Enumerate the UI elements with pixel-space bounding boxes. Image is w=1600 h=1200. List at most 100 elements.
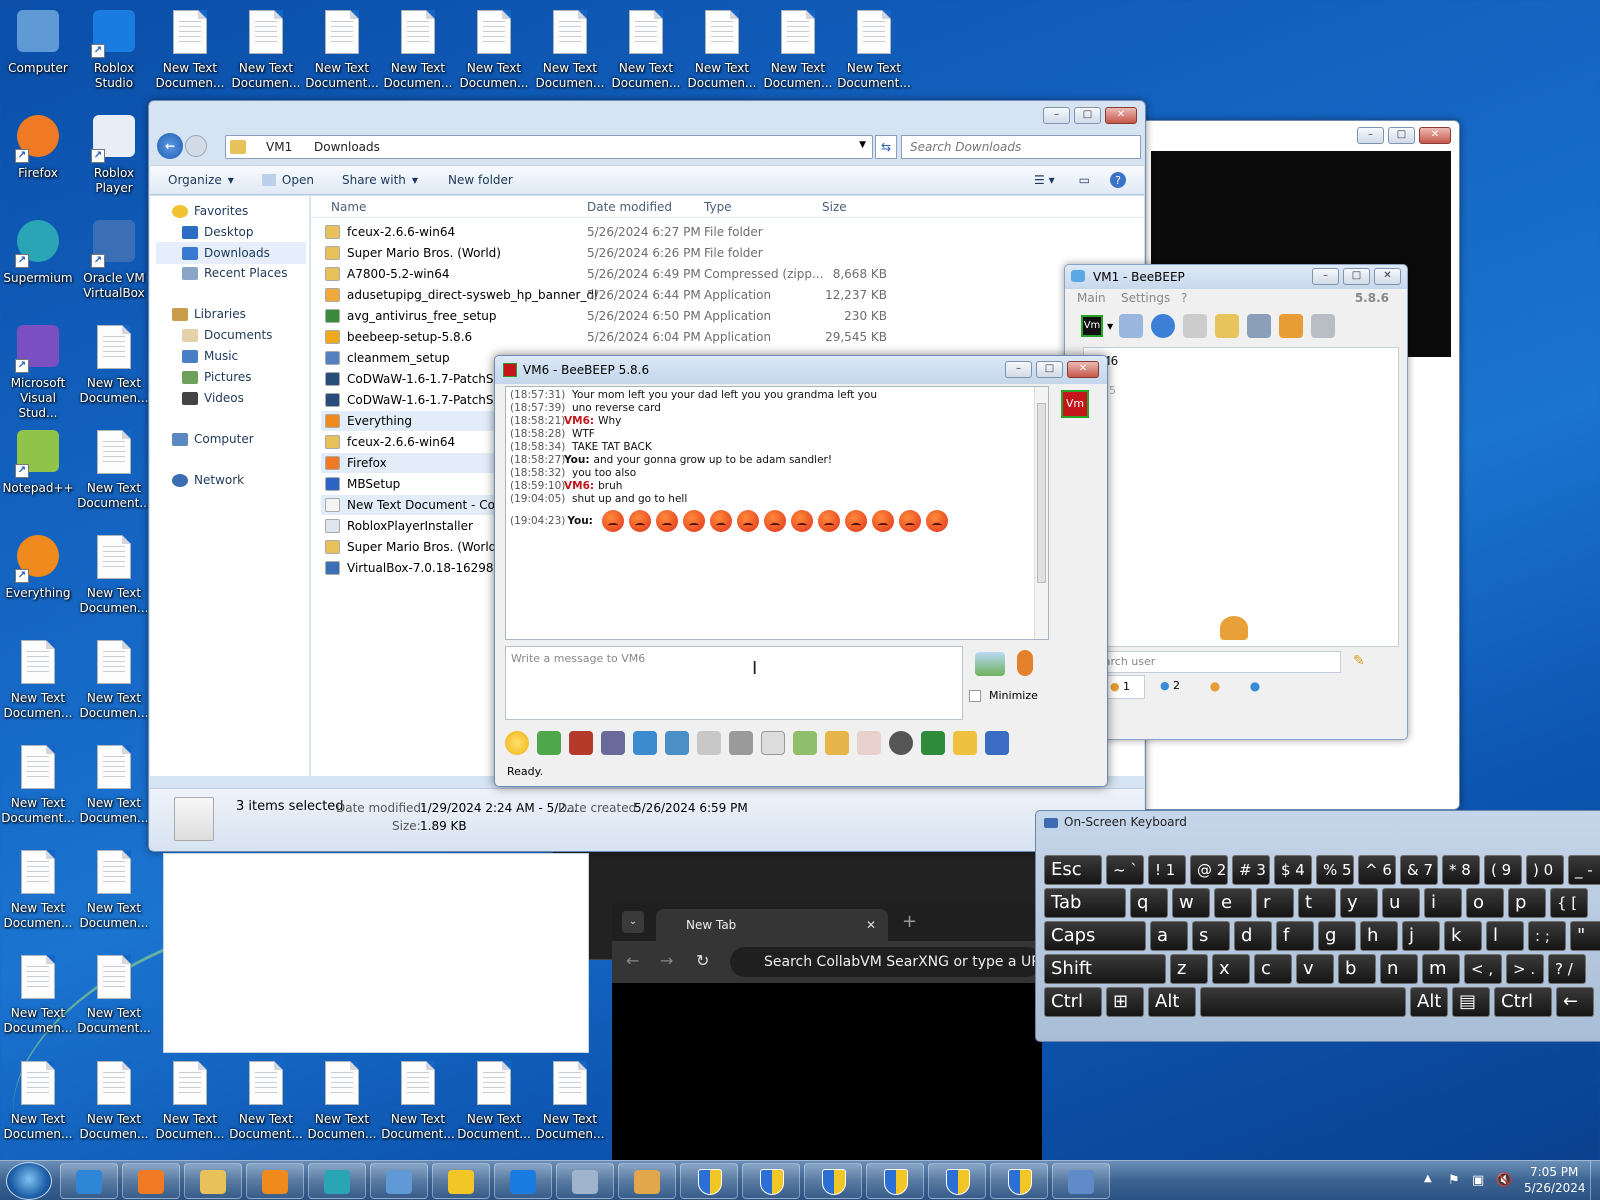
on-screen-keyboard[interactable]: On-Screen Keyboard Esc ~ ` ! 1 @ 2 # 3 $ 4 % 5… — [1035, 810, 1600, 1042]
key-l[interactable]: l — [1486, 921, 1524, 951]
omnibox[interactable]: Search CollabVM SearXNG or type a URL — [730, 947, 1042, 977]
taskbar-app-button[interactable] — [122, 1163, 180, 1199]
music-note-icon[interactable] — [761, 731, 785, 755]
tab-groups[interactable]: ● — [1195, 675, 1235, 699]
status-dropdown-icon[interactable]: ▼ — [1107, 322, 1113, 331]
key-5[interactable]: % 5 — [1316, 855, 1354, 885]
forward-icon[interactable]: → — [660, 951, 673, 970]
desktop-icon-text-document[interactable]: New Text Documen... — [76, 529, 152, 629]
key-2[interactable]: @ 2 — [1190, 855, 1228, 885]
desktop-icon-supermium[interactable]: ↗ Supermium — [0, 214, 76, 314]
forward-button[interactable] — [185, 135, 207, 157]
close-button[interactable]: ✕ — [1105, 107, 1137, 124]
desktop-icon-text-document[interactable]: New Text Documen... — [76, 844, 152, 944]
key-symbol[interactable]: ~ ` — [1106, 855, 1144, 885]
trash-icon[interactable] — [1311, 314, 1336, 338]
close-button[interactable]: ✕ — [1419, 127, 1451, 144]
taskbar-app-button[interactable] — [680, 1163, 738, 1199]
file-row[interactable]: Super Mario Bros. (World) 5/26/2024 6:26 … — [321, 243, 901, 263]
key-g[interactable]: g — [1318, 921, 1356, 951]
scrollbar-thumb[interactable] — [1037, 403, 1046, 583]
key-1[interactable]: ! 1 — [1148, 855, 1186, 885]
scrollbar[interactable] — [1034, 387, 1048, 639]
key-7[interactable]: & 7 — [1400, 855, 1438, 885]
desktop-icon-firefox[interactable]: ↗ Firefox — [0, 109, 76, 209]
desktop-icon-text-document[interactable]: New Text Documen... — [228, 4, 304, 104]
key-e[interactable]: e — [1214, 888, 1252, 918]
network-tray-icon[interactable]: ▣ — [1472, 1173, 1484, 1188]
beebeep-chat-window[interactable]: VM6 - BeeBEEP 5.8.6 – □ ✕ (18:57:31) Your m… — [494, 355, 1108, 787]
key-n[interactable]: n — [1380, 954, 1418, 984]
nav-libraries[interactable]: Libraries — [172, 307, 246, 321]
desktop-icon-text-document[interactable]: New Text Document... — [456, 1055, 532, 1155]
desktop-icon-text-document[interactable]: New Text Documen... — [76, 634, 152, 734]
clock-date[interactable]: 5/26/2024 — [1524, 1181, 1586, 1195]
camera-icon[interactable] — [889, 731, 913, 755]
color-picker-icon[interactable] — [601, 731, 625, 755]
key-6[interactable]: ^ 6 — [1358, 855, 1396, 885]
minimize-checkbox[interactable] — [969, 690, 981, 702]
key-f[interactable]: f — [1276, 921, 1314, 951]
key-h[interactable]: h — [1360, 921, 1398, 951]
organize-button[interactable]: Organize ▼ — [168, 173, 234, 187]
nav-pictures[interactable]: Pictures — [182, 370, 252, 384]
key-w[interactable]: w — [1172, 888, 1210, 918]
desktop-icon-everything[interactable]: ↗ Everything — [0, 529, 76, 629]
start-button[interactable] — [6, 1162, 52, 1200]
close-tab-icon[interactable]: ✕ — [866, 909, 876, 941]
desktop-icon-text-document[interactable]: New Text Documen... — [532, 4, 608, 104]
key-v[interactable]: v — [1296, 954, 1334, 984]
taskbar-app-button[interactable] — [494, 1163, 552, 1199]
preview-pane-icon[interactable]: ▭ — [1079, 173, 1090, 187]
nav-recent[interactable]: Recent Places — [182, 266, 287, 280]
desktop-icon-virtualbox[interactable]: ↗ Oracle VM VirtualBox — [76, 214, 152, 314]
key-esc[interactable]: Esc — [1044, 855, 1102, 885]
taskbar-app-button[interactable] — [742, 1163, 800, 1199]
key-symbol[interactable]: ⊞ — [1106, 987, 1144, 1017]
show-desktop-button[interactable] — [1590, 1161, 1600, 1200]
taskbar-app-button[interactable] — [246, 1163, 304, 1199]
desktop-icon-text-document[interactable]: New Text Documen... — [76, 739, 152, 839]
taskbar-app-button[interactable] — [928, 1163, 986, 1199]
close-button[interactable]: ✕ — [1374, 268, 1401, 285]
spellcheck-icon[interactable] — [729, 731, 753, 755]
desktop-icon-text-document[interactable]: New Text Documen... — [532, 1055, 608, 1155]
chat-avatar[interactable]: Vm — [1061, 390, 1089, 418]
arrow-down-icon[interactable] — [537, 731, 561, 755]
maximize-button[interactable]: □ — [1343, 268, 1370, 285]
key-caps[interactable]: Caps — [1044, 921, 1146, 951]
key-x[interactable]: x — [1212, 954, 1250, 984]
open-button[interactable]: Open — [261, 173, 314, 187]
user-avatar-button[interactable]: Vm — [1081, 315, 1103, 337]
breadcrumb-vm1[interactable]: VM1 — [266, 140, 292, 154]
minimize-button[interactable]: – — [1005, 361, 1032, 378]
network-icon[interactable] — [1151, 314, 1176, 338]
maximize-button[interactable]: □ — [1388, 127, 1415, 144]
chevron-down-icon[interactable]: ▼ — [859, 140, 866, 150]
minimize-button[interactable]: – — [1043, 107, 1070, 124]
key-tab[interactable]: Tab — [1044, 888, 1126, 918]
save-icon[interactable] — [985, 731, 1009, 755]
key-symbol[interactable]: > . — [1506, 954, 1544, 984]
key-a[interactable]: a — [1150, 921, 1188, 951]
broom-icon[interactable]: ✎ — [1353, 653, 1365, 669]
beebeep-vm1-window[interactable]: VM1 - BeeBEEP – □ ✕ Main Settings ? 5.8.6 … — [1064, 264, 1408, 740]
desktop-icon-text-document[interactable]: New Text Documen... — [684, 4, 760, 104]
settings-icon[interactable] — [665, 731, 689, 755]
desktop-icon-text-document[interactable]: New Text Documen... — [0, 1055, 76, 1155]
address-bar[interactable]: VM1 Downloads ▼ — [225, 135, 873, 159]
nav-desktop[interactable]: Desktop — [182, 225, 254, 239]
desktop-icon-roblox-studio[interactable]: ↗ Roblox Studio — [76, 4, 152, 104]
minimize-button[interactable]: – — [1357, 127, 1384, 144]
action-center-flag-icon[interactable]: ⚑ — [1448, 1173, 1460, 1188]
key-q[interactable]: q — [1130, 888, 1168, 918]
file-row[interactable]: fceux-2.6.6-win64 5/26/2024 6:27 PM File f… — [321, 222, 901, 242]
browser-window-main[interactable]: ⌄ New Tab ✕ + ← → ↻ Search CollabVM Sear… — [612, 903, 1042, 1165]
home-icon[interactable] — [1183, 314, 1208, 338]
desktop-icon-text-document[interactable]: New Text Documen... — [152, 4, 228, 104]
view-options-icon[interactable]: ☰ ▾ — [1034, 173, 1055, 187]
folder-share-icon[interactable] — [825, 731, 849, 755]
desktop-icon-text-document[interactable]: New Text Documen... — [0, 634, 76, 734]
column-type[interactable]: Type — [704, 200, 732, 214]
users-icon[interactable] — [1279, 314, 1304, 338]
